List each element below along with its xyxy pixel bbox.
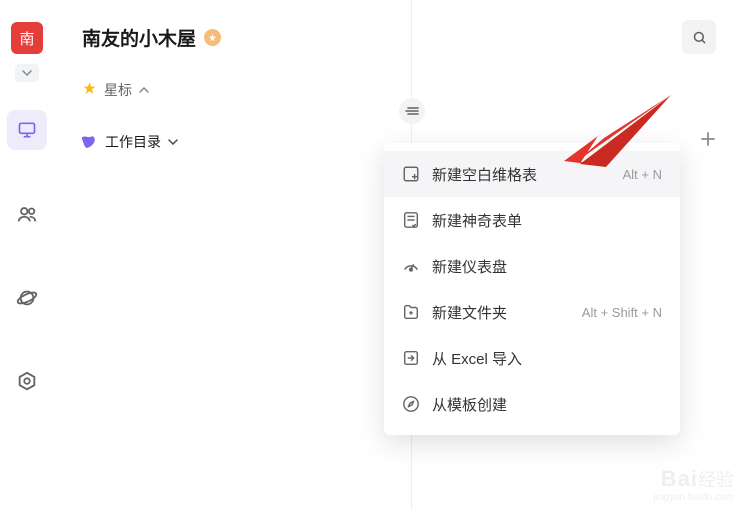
shortcut: Alt + Shift + N bbox=[582, 305, 662, 320]
plus-icon bbox=[700, 131, 716, 147]
chevron-down-icon bbox=[22, 70, 32, 76]
menu-label: 从 Excel 导入 bbox=[432, 348, 662, 369]
upgrade-badge-icon[interactable] bbox=[204, 29, 221, 46]
menu-new-form[interactable]: 新建神奇表单 bbox=[384, 197, 680, 243]
shortcut: Alt + N bbox=[623, 167, 662, 182]
nav-workbench[interactable] bbox=[7, 110, 47, 150]
menu-new-folder[interactable]: 新建文件夹 Alt + Shift + N bbox=[384, 289, 680, 335]
collapse-icon bbox=[405, 105, 419, 117]
compass-icon bbox=[402, 395, 420, 413]
chevron-up-icon bbox=[139, 87, 149, 93]
menu-import-excel[interactable]: 从 Excel 导入 bbox=[384, 335, 680, 381]
nav-contacts[interactable] bbox=[7, 194, 47, 234]
starred-label: 星标 bbox=[104, 80, 132, 100]
workspace-avatar[interactable]: 南 bbox=[11, 22, 43, 54]
collapse-button[interactable] bbox=[399, 98, 425, 124]
create-menu: 新建空白维格表 Alt + N 新建神奇表单 新建仪表盘 新建文件夹 Alt +… bbox=[384, 143, 680, 435]
nav-settings[interactable] bbox=[7, 362, 47, 402]
menu-label: 新建神奇表单 bbox=[432, 210, 662, 231]
menu-label: 新建仪表盘 bbox=[432, 256, 662, 277]
folder-icon bbox=[79, 130, 101, 153]
search-button[interactable] bbox=[682, 20, 716, 54]
folder-add-icon bbox=[402, 303, 420, 321]
menu-new-dashboard[interactable]: 新建仪表盘 bbox=[384, 243, 680, 289]
header: 南友的小木屋 bbox=[54, 0, 744, 54]
title-wrap: 南友的小木屋 bbox=[82, 24, 221, 51]
search-icon bbox=[692, 30, 707, 45]
add-button[interactable] bbox=[700, 130, 716, 153]
workspace-title: 南友的小木屋 bbox=[82, 24, 196, 51]
gauge-icon bbox=[402, 257, 420, 275]
form-icon bbox=[402, 211, 420, 229]
menu-label: 新建文件夹 bbox=[432, 302, 570, 323]
workdir-label: 工作目录 bbox=[105, 132, 161, 152]
people-icon bbox=[16, 203, 38, 225]
watermark: Bai经验 jingyan.baidu.com bbox=[653, 466, 734, 503]
star-icon bbox=[82, 81, 97, 99]
hexagon-icon bbox=[16, 371, 38, 393]
menu-from-template[interactable]: 从模板创建 bbox=[384, 381, 680, 427]
chevron-down-icon bbox=[168, 139, 178, 145]
monitor-icon bbox=[17, 120, 37, 140]
menu-label: 新建空白维格表 bbox=[432, 164, 611, 185]
datasheet-add-icon bbox=[402, 165, 420, 183]
menu-new-datasheet[interactable]: 新建空白维格表 Alt + N bbox=[384, 151, 680, 197]
menu-label: 从模板创建 bbox=[432, 394, 662, 415]
import-icon bbox=[402, 349, 420, 367]
sidebar: 南 bbox=[0, 0, 54, 509]
planet-icon bbox=[16, 287, 38, 309]
workdir-toggle[interactable]: 工作目录 bbox=[82, 132, 178, 152]
workspace-switcher[interactable] bbox=[15, 64, 39, 82]
nav-explore[interactable] bbox=[7, 278, 47, 318]
starred-section[interactable]: 星标 bbox=[54, 80, 744, 100]
